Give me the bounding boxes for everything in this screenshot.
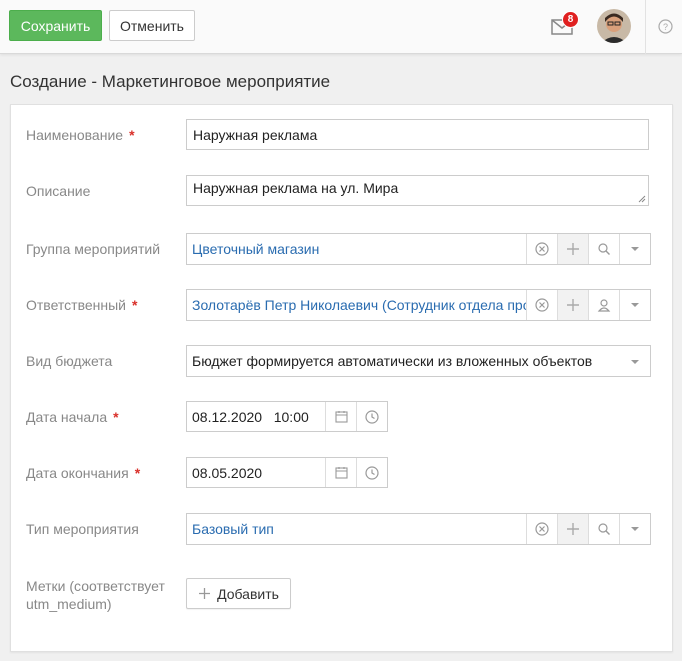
budget-type-select[interactable]: Бюджет формируется автоматически из влож… bbox=[186, 345, 651, 377]
group-value[interactable]: Цветочный магазин bbox=[187, 234, 526, 264]
save-button[interactable]: Сохранить bbox=[9, 10, 102, 41]
group-lookup[interactable]: Цветочный магазин bbox=[186, 233, 651, 265]
group-label: Группа мероприятий bbox=[26, 241, 161, 257]
calendar-button[interactable] bbox=[325, 458, 356, 487]
plus-icon bbox=[567, 243, 579, 255]
start-date-value[interactable]: 08.12.2020 10:00 bbox=[187, 402, 325, 431]
chevron-down-icon bbox=[631, 527, 639, 531]
time-button[interactable] bbox=[356, 458, 387, 487]
toolbar-divider bbox=[645, 0, 646, 54]
clear-button[interactable] bbox=[526, 234, 557, 264]
name-label: Наименование * bbox=[26, 127, 135, 143]
calendar-button[interactable] bbox=[325, 402, 356, 431]
tags-label: Метки (соответствует utm_medium) bbox=[26, 578, 165, 612]
select-user-button[interactable] bbox=[588, 290, 619, 320]
responsible-label: Ответственный * bbox=[26, 297, 138, 313]
end-date-value[interactable]: 08.05.2020 bbox=[187, 458, 325, 487]
responsible-lookup[interactable]: Золотарёв Петр Николаевич (Сотрудник отд… bbox=[186, 289, 651, 321]
start-date-label: Дата начала * bbox=[26, 409, 119, 425]
description-label: Описание bbox=[26, 183, 91, 199]
add-tag-label: Добавить bbox=[217, 585, 279, 602]
help-icon[interactable]: ? bbox=[658, 19, 673, 34]
clear-icon bbox=[535, 522, 549, 536]
required-mark: * bbox=[129, 127, 135, 143]
clear-icon bbox=[535, 242, 549, 256]
required-mark: * bbox=[131, 297, 138, 313]
clock-icon bbox=[365, 465, 379, 480]
search-icon bbox=[598, 523, 610, 535]
responsible-value[interactable]: Золотарёв Петр Николаевич (Сотрудник отд… bbox=[187, 290, 526, 320]
add-button[interactable] bbox=[557, 234, 588, 264]
avatar[interactable] bbox=[597, 9, 631, 43]
search-icon bbox=[598, 243, 610, 255]
chevron-down-icon bbox=[631, 247, 639, 251]
calendar-icon bbox=[334, 411, 348, 423]
dropdown-button[interactable] bbox=[619, 234, 650, 264]
clear-icon bbox=[535, 298, 549, 312]
calendar-icon bbox=[334, 467, 348, 479]
add-button[interactable] bbox=[557, 290, 588, 320]
cancel-button[interactable]: Отменить bbox=[109, 10, 195, 41]
required-mark: * bbox=[134, 465, 141, 481]
user-icon bbox=[597, 299, 611, 312]
budget-type-value: Бюджет формируется автоматически из влож… bbox=[192, 353, 593, 369]
start-date-field[interactable]: 08.12.2020 10:00 bbox=[186, 401, 388, 432]
chevron-down-icon bbox=[631, 360, 639, 364]
event-type-label: Тип мероприятия bbox=[26, 521, 139, 537]
plus-icon bbox=[567, 299, 579, 311]
search-button[interactable] bbox=[588, 234, 619, 264]
resize-handle-icon[interactable] bbox=[638, 195, 646, 203]
notification-badge: 8 bbox=[562, 11, 579, 28]
add-tag-button[interactable]: Добавить bbox=[186, 578, 291, 609]
clear-button[interactable] bbox=[526, 290, 557, 320]
clear-button[interactable] bbox=[526, 514, 557, 544]
end-date-field[interactable]: 08.05.2020 bbox=[186, 457, 388, 488]
search-button[interactable] bbox=[588, 514, 619, 544]
name-input[interactable]: Наружная реклама bbox=[186, 119, 649, 150]
description-value: Наружная реклама на ул. Мира bbox=[193, 180, 399, 196]
required-mark: * bbox=[113, 409, 119, 425]
description-textarea[interactable]: Наружная реклама на ул. Мира bbox=[186, 175, 649, 206]
page-title: Создание - Маркетинговое мероприятие bbox=[10, 72, 331, 91]
dropdown-button[interactable] bbox=[619, 514, 650, 544]
plus-icon bbox=[567, 523, 579, 535]
toolbar: Сохранить Отменить 8 ? bbox=[0, 0, 682, 54]
budget-type-label: Вид бюджета bbox=[26, 353, 113, 369]
time-button[interactable] bbox=[356, 402, 387, 431]
clock-icon bbox=[365, 409, 379, 424]
chevron-down-icon bbox=[631, 303, 639, 307]
plus-icon bbox=[199, 588, 211, 599]
svg-text:?: ? bbox=[663, 22, 668, 32]
end-date-label: Дата окончания * bbox=[26, 465, 141, 481]
event-type-lookup[interactable]: Базовый тип bbox=[186, 513, 651, 545]
event-type-value[interactable]: Базовый тип bbox=[187, 514, 526, 544]
add-button[interactable] bbox=[557, 514, 588, 544]
dropdown-button[interactable] bbox=[619, 290, 650, 320]
